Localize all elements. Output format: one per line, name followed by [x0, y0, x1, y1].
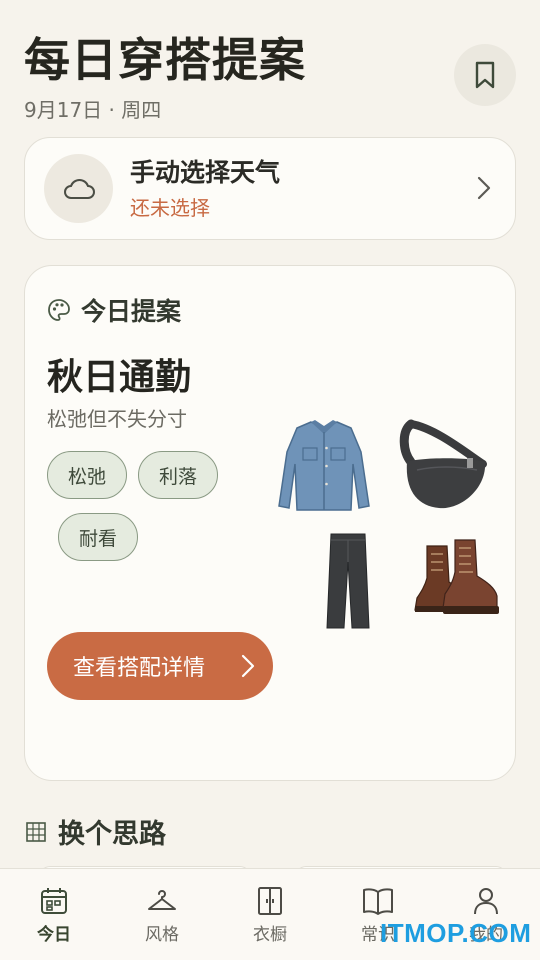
today-proposal-card: 今日提案 秋日通勤 松弛但不失分寸 松弛 利落 耐看 查看搭配详情: [24, 265, 516, 781]
tab-style[interactable]: 风格: [108, 869, 216, 960]
chevron-right-icon: [477, 176, 491, 200]
style-tag[interactable]: 利落: [138, 451, 218, 499]
bookmark-button[interactable]: [454, 44, 516, 106]
tab-label: 衣橱: [253, 925, 287, 945]
calendar-icon: [41, 888, 67, 914]
proposal-section-label: 今日提案: [81, 297, 182, 326]
lace-up-boots-image: [414, 539, 499, 614]
cta-label: 查看搭配详情: [73, 656, 206, 681]
alternatives-header: 换个思路: [26, 812, 166, 851]
chevron-right-icon: [241, 654, 255, 678]
date-label: 9月17日 · 周四: [24, 98, 162, 122]
header: 每日穿搭提案 9月17日 · 周四: [24, 30, 516, 130]
proposal-header: 今日提案: [47, 292, 181, 328]
tab-label: 风格: [145, 925, 179, 945]
view-outfit-details-button[interactable]: 查看搭配详情: [47, 632, 273, 700]
alternatives-label: 换个思路: [58, 819, 166, 850]
wardrobe-icon: [258, 887, 282, 915]
tab-label: 今日: [37, 925, 71, 945]
hanger-icon: [148, 890, 176, 910]
watermark: ITMOP.COM: [380, 918, 532, 948]
weather-selector[interactable]: 手动选择天气 还未选择: [24, 137, 516, 240]
outfit-name: 秋日通勤: [47, 357, 192, 398]
weather-icon-container: [44, 154, 113, 223]
wide-leg-trousers-image: [326, 533, 370, 629]
user-icon: [474, 888, 498, 915]
denim-shirt-image: [278, 420, 370, 511]
outfit-description: 松弛但不失分寸: [47, 407, 187, 431]
cloud-icon: [63, 178, 95, 199]
book-icon: [363, 888, 393, 915]
palette-icon: [48, 299, 70, 321]
tab-today[interactable]: 今日: [0, 869, 108, 960]
grid-icon: [26, 821, 46, 842]
style-tag[interactable]: 松弛: [47, 451, 127, 499]
weather-status: 还未选择: [130, 196, 210, 220]
outfit-items[interactable]: [273, 414, 503, 634]
tab-wardrobe[interactable]: 衣橱: [216, 869, 324, 960]
style-tag[interactable]: 耐看: [58, 513, 138, 561]
bookmark-icon: [475, 61, 495, 89]
page-title: 每日穿搭提案: [24, 33, 306, 87]
weather-title: 手动选择天气: [130, 158, 281, 187]
crossbody-bag-image: [399, 419, 487, 509]
